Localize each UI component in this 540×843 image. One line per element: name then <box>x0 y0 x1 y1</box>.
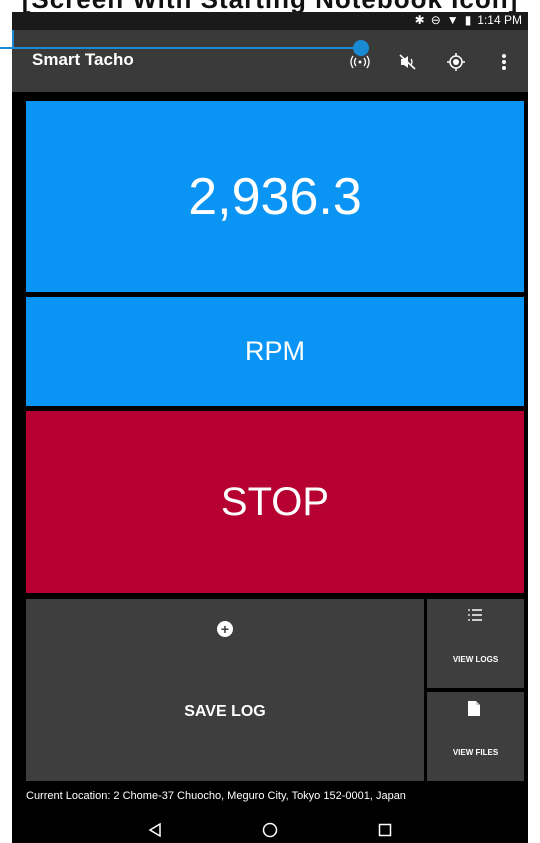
callout-marker <box>353 40 369 56</box>
app-bar: Smart Tacho <box>12 30 528 92</box>
status-time: 1:14 PM <box>477 13 522 27</box>
callout-connector-line <box>0 47 360 49</box>
status-icons: ✱ ⊖ ▼ ▮ 1:14 PM <box>415 13 522 27</box>
navigation-bar <box>12 816 528 843</box>
callout-connector-vertical <box>12 30 14 48</box>
status-bar: ✱ ⊖ ▼ ▮ 1:14 PM <box>12 12 528 30</box>
current-location-text: Current Location: 2 Chome-37 Chuocho, Me… <box>26 790 406 802</box>
appbar-actions <box>346 48 518 76</box>
wifi-icon: ▼ <box>446 13 459 27</box>
overflow-menu-icon[interactable] <box>490 48 518 76</box>
view-files-label: VIEW FILES <box>452 748 499 757</box>
mute-icon[interactable] <box>394 48 422 76</box>
view-logs-label: VIEW LOGS <box>452 655 499 664</box>
screenshot-caption: [Screen With Starting Notebook Icon] <box>0 0 540 14</box>
save-log-button[interactable]: + SAVE LOG <box>26 599 424 781</box>
stop-button[interactable]: STOP <box>26 411 524 593</box>
bluetooth-icon: ✱ <box>414 13 425 27</box>
back-icon[interactable] <box>145 820 165 840</box>
file-icon <box>467 700 483 718</box>
recents-icon[interactable] <box>375 820 395 840</box>
do-not-disturb-icon: ⊖ <box>430 13 441 27</box>
gps-target-icon[interactable] <box>442 48 470 76</box>
device-screen: ✱ ⊖ ▼ ▮ 1:14 PM Smart Tacho 2,936.3 RPM … <box>12 12 528 843</box>
view-files-button[interactable]: VIEW FILES <box>427 692 524 781</box>
save-log-label: SAVE LOG <box>184 703 266 720</box>
battery-icon: ▮ <box>464 13 472 27</box>
app-title: Smart Tacho <box>32 50 134 69</box>
list-icon <box>467 607 483 625</box>
rpm-value-display: 2,936.3 <box>26 101 524 292</box>
rpm-unit-button[interactable]: RPM <box>26 297 524 406</box>
add-circle-icon: + <box>217 621 233 637</box>
home-icon[interactable] <box>260 820 280 840</box>
view-logs-button[interactable]: VIEW LOGS <box>427 599 524 688</box>
